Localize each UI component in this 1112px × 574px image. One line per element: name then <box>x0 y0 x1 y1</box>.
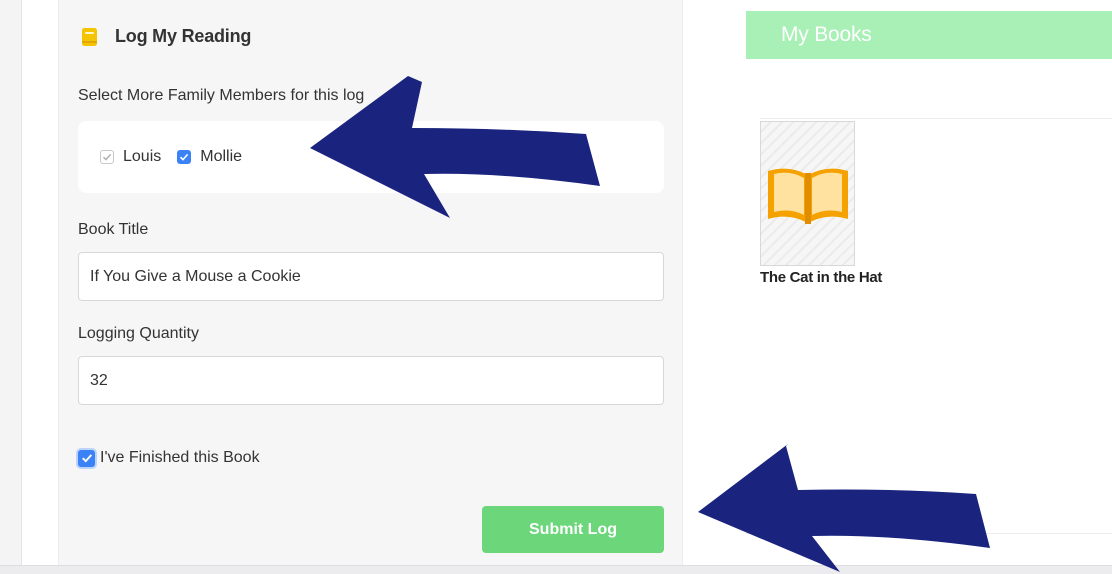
my-books-panel: My Books The Cat in the Hat <box>746 0 1112 565</box>
log-reading-panel: Log My Reading Select More Family Member… <box>58 0 683 565</box>
family-member-louis[interactable]: Louis <box>100 148 161 166</box>
book-title-label: Book Title <box>78 221 149 238</box>
member-name: Mollie <box>200 148 243 165</box>
member-name: Louis <box>123 148 162 165</box>
divider <box>746 533 1112 534</box>
books-title: My Books <box>781 23 872 46</box>
book-icon <box>81 27 99 47</box>
checkmark-icon <box>180 153 189 161</box>
family-members-label: Select More Family Members for this log <box>78 87 365 104</box>
panel-gap <box>682 0 747 565</box>
quantity-input[interactable] <box>78 356 664 405</box>
left-rail <box>0 0 22 573</box>
submit-log-button[interactable]: Submit Log <box>482 506 664 553</box>
divider <box>760 118 1112 119</box>
book-cover[interactable] <box>760 121 855 266</box>
family-member-mollie[interactable]: Mollie <box>177 148 242 166</box>
quantity-label: Logging Quantity <box>78 325 199 342</box>
book-card[interactable]: The Cat in the Hat <box>760 121 882 286</box>
finished-checkbox[interactable] <box>78 449 95 467</box>
louis-checkbox[interactable] <box>100 150 114 164</box>
mollie-checkbox[interactable] <box>177 150 192 164</box>
panel-title: Log My Reading <box>115 26 252 46</box>
open-book-icon <box>767 168 848 224</box>
books-header: My Books <box>746 11 1112 59</box>
checkmark-icon <box>102 153 112 161</box>
finished-label: I've Finished this Book <box>100 449 260 466</box>
checkmark-icon <box>81 454 92 463</box>
panel-header: Log My Reading <box>81 26 251 47</box>
book-title-input[interactable] <box>78 252 664 301</box>
family-members-group: Louis Mollie <box>78 121 664 193</box>
book-title[interactable]: The Cat in the Hat <box>760 269 882 286</box>
finished-book-toggle[interactable]: I've Finished this Book <box>78 449 260 467</box>
